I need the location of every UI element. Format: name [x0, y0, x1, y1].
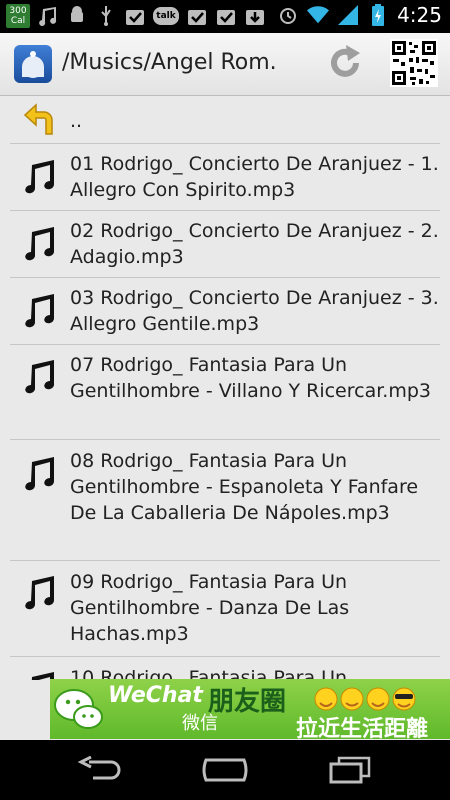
download-icon — [244, 5, 266, 27]
signal-icon — [337, 4, 359, 26]
music-note-icon — [22, 359, 58, 395]
music-notification-icon — [37, 5, 59, 27]
home-button[interactable] — [200, 756, 250, 784]
list-item[interactable]: 08 Rodrigo_ Fantasia Para Un Gentilhombr… — [10, 440, 440, 561]
refresh-icon[interactable] — [326, 43, 366, 83]
ad-tagline: 拉近生活距離 — [296, 717, 429, 739]
alarm-icon — [277, 4, 299, 26]
file-name: 07 Rodrigo_ Fantasia Para Un Gentilhombr… — [70, 354, 431, 402]
talk-icon: talk — [153, 7, 179, 25]
android-icon — [66, 5, 88, 27]
calorie-counter-icon: 300 Cal — [6, 4, 30, 28]
download-done-icon-2 — [186, 5, 208, 27]
ad-brand: WeChat — [108, 683, 203, 708]
file-name: 02 Rodrigo_ Concierto De Aranjuez - 2. A… — [70, 220, 439, 268]
wifi-icon — [307, 4, 330, 26]
recent-apps-icon — [329, 756, 371, 784]
file-list: .. 01 Rodrigo_ Concierto De Aranjuez - 1… — [0, 96, 450, 680]
list-item-parent-folder[interactable]: .. — [10, 96, 440, 144]
ad-headline: 朋友圈 — [208, 687, 287, 717]
title-bar: /Musics/Angel Rom. — [0, 33, 450, 96]
current-path: /Musics/Angel Rom. — [62, 50, 277, 75]
navigation-bar — [0, 740, 450, 800]
qr-code-icon[interactable] — [390, 39, 438, 87]
parent-folder-label: .. — [70, 110, 83, 132]
download-done-icon-3 — [215, 5, 237, 27]
file-name: 10 Rodrigo_ Fantasia Para Un — [70, 667, 348, 680]
back-icon — [77, 755, 121, 780]
file-name: 08 Rodrigo_ Fantasia Para Un Gentilhombr… — [70, 450, 419, 524]
file-name: 03 Rodrigo_ Concierto De Aranjuez - 3. A… — [70, 287, 439, 335]
list-item[interactable]: 07 Rodrigo_ Fantasia Para Un Gentilhombr… — [10, 345, 440, 440]
status-bar: 300 Cal talk 4:25 — [0, 0, 450, 33]
app-logo-icon[interactable] — [14, 45, 52, 83]
music-note-icon — [22, 159, 58, 195]
battery-charging-icon — [367, 4, 389, 26]
music-note-icon — [22, 226, 58, 262]
music-note-icon — [22, 456, 58, 492]
music-note-icon — [22, 575, 58, 611]
home-icon — [202, 758, 248, 782]
list-item[interactable]: 03 Rodrigo_ Concierto De Aranjuez - 3. A… — [10, 278, 440, 345]
counter-badge-value: 300 — [9, 6, 27, 16]
counter-badge-unit: Cal — [10, 16, 26, 26]
download-done-icon — [124, 5, 146, 27]
list-item[interactable]: 01 Rodrigo_ Concierto De Aranjuez - 1. A… — [10, 144, 440, 211]
file-name: 09 Rodrigo_ Fantasia Para Un Gentilhombr… — [70, 571, 350, 645]
usb-icon — [95, 5, 117, 27]
wechat-ad-banner[interactable]: WeChat 微信 朋友圈 拉近生活距離 — [50, 679, 450, 739]
clock: 4:25 — [397, 3, 442, 27]
back-button[interactable] — [75, 755, 125, 784]
list-item[interactable]: 09 Rodrigo_ Fantasia Para Un Gentilhombr… — [10, 561, 440, 657]
file-name: 01 Rodrigo_ Concierto De Aranjuez - 1. A… — [70, 153, 439, 201]
back-arrow-icon — [22, 102, 58, 138]
music-note-icon — [22, 293, 58, 329]
recent-apps-button[interactable] — [325, 756, 375, 784]
list-item[interactable]: 02 Rodrigo_ Concierto De Aranjuez - 2. A… — [10, 211, 440, 278]
list-item[interactable]: 10 Rodrigo_ Fantasia Para Un — [10, 657, 440, 680]
talk-label: talk — [156, 11, 176, 21]
